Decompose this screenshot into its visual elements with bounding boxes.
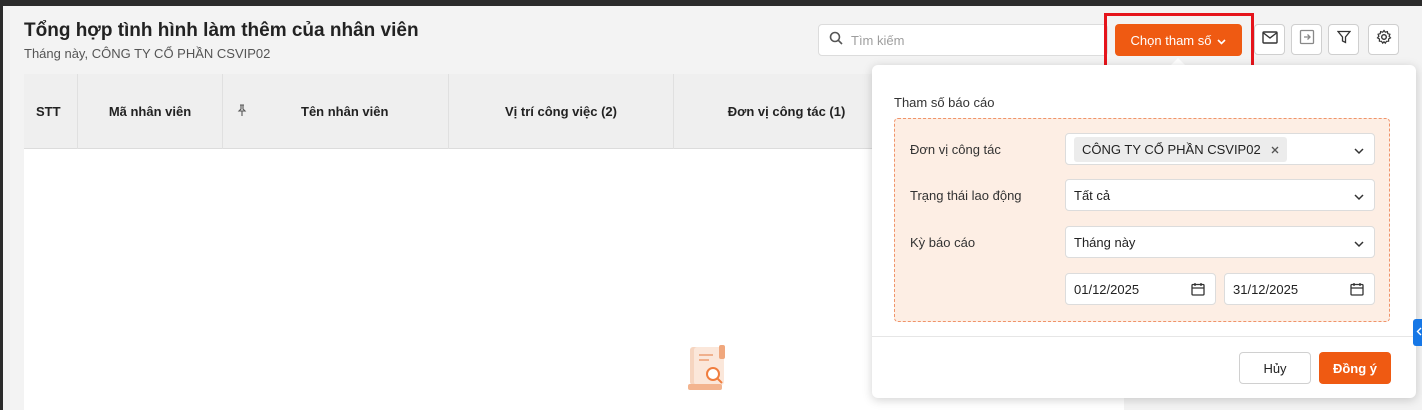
choose-params-label: Chọn tham số [1130, 32, 1212, 48]
side-collapse-tab[interactable] [1413, 319, 1422, 346]
chevron-down-icon [1354, 236, 1364, 251]
panel-divider [872, 336, 1416, 337]
column-header-employee-name[interactable]: Tên nhân viên [223, 74, 449, 149]
column-header-job-position[interactable]: Vị trí công việc (2) [449, 74, 674, 149]
export-icon [1299, 29, 1315, 50]
settings-button[interactable] [1368, 24, 1399, 55]
cancel-button[interactable]: Hủy [1239, 352, 1311, 384]
date-from-value: 01/12/2025 [1074, 281, 1140, 297]
app-window: Tổng hợp tình hình làm thêm của nhân viê… [3, 6, 1422, 410]
search-box[interactable] [818, 24, 1108, 56]
close-icon[interactable] [1271, 142, 1279, 157]
filter-button[interactable] [1328, 24, 1359, 55]
page-subtitle: Tháng này, CÔNG TY CỔ PHẦN CSVIP02 [24, 46, 271, 61]
period-value: Tháng này [1074, 234, 1136, 250]
unit-tag: CÔNG TY CỔ PHẦN CSVIP02 [1074, 136, 1287, 162]
mail-icon [1261, 30, 1278, 49]
calendar-icon[interactable] [1350, 282, 1364, 299]
column-header-work-unit[interactable]: Đơn vị công tác (1) [674, 74, 899, 149]
pin-icon[interactable] [237, 104, 247, 120]
chevron-down-icon [1354, 143, 1364, 158]
mail-button[interactable] [1254, 24, 1285, 55]
chevron-down-icon [1354, 189, 1364, 204]
ok-button[interactable]: Đồng ý [1319, 352, 1391, 384]
status-value: Tất cả [1074, 187, 1111, 203]
period-select[interactable]: Tháng này [1065, 226, 1375, 258]
status-label: Trạng thái lao động [910, 188, 1022, 203]
column-header-employee-name-label: Tên nhân viên [301, 104, 389, 119]
unit-select[interactable]: CÔNG TY CỔ PHẦN CSVIP02 [1065, 133, 1375, 165]
unit-label: Đơn vị công tác [910, 142, 1001, 157]
date-to-input[interactable]: 31/12/2025 [1224, 273, 1375, 305]
period-label: Kỳ báo cáo [910, 235, 976, 250]
params-panel: Tham số báo cáo Đơn vị công tác CÔNG TY … [872, 65, 1416, 398]
column-header-stt[interactable]: STT [24, 74, 78, 149]
search-input[interactable] [851, 32, 1091, 48]
calendar-icon[interactable] [1191, 282, 1205, 299]
date-to-value: 31/12/2025 [1233, 281, 1299, 297]
params-box: Đơn vị công tác CÔNG TY CỔ PHẦN CSVIP02 … [894, 118, 1390, 322]
chevron-left-icon [1416, 327, 1422, 339]
choose-params-button[interactable]: Chọn tham số [1115, 24, 1242, 56]
settings-icon [1376, 29, 1392, 50]
filter-icon [1336, 30, 1351, 49]
search-icon [829, 31, 843, 50]
date-from-input[interactable]: 01/12/2025 [1065, 273, 1216, 305]
empty-state-icon [686, 344, 730, 399]
chevron-down-icon [1217, 33, 1227, 48]
panel-title: Tham số báo cáo [894, 95, 995, 110]
unit-tag-label: CÔNG TY CỔ PHẦN CSVIP02 [1082, 141, 1261, 157]
export-button[interactable] [1291, 24, 1322, 55]
column-header-employee-code[interactable]: Mã nhân viên [78, 74, 223, 149]
status-select[interactable]: Tất cả [1065, 179, 1375, 211]
page-title: Tổng hợp tình hình làm thêm của nhân viê… [24, 20, 419, 41]
